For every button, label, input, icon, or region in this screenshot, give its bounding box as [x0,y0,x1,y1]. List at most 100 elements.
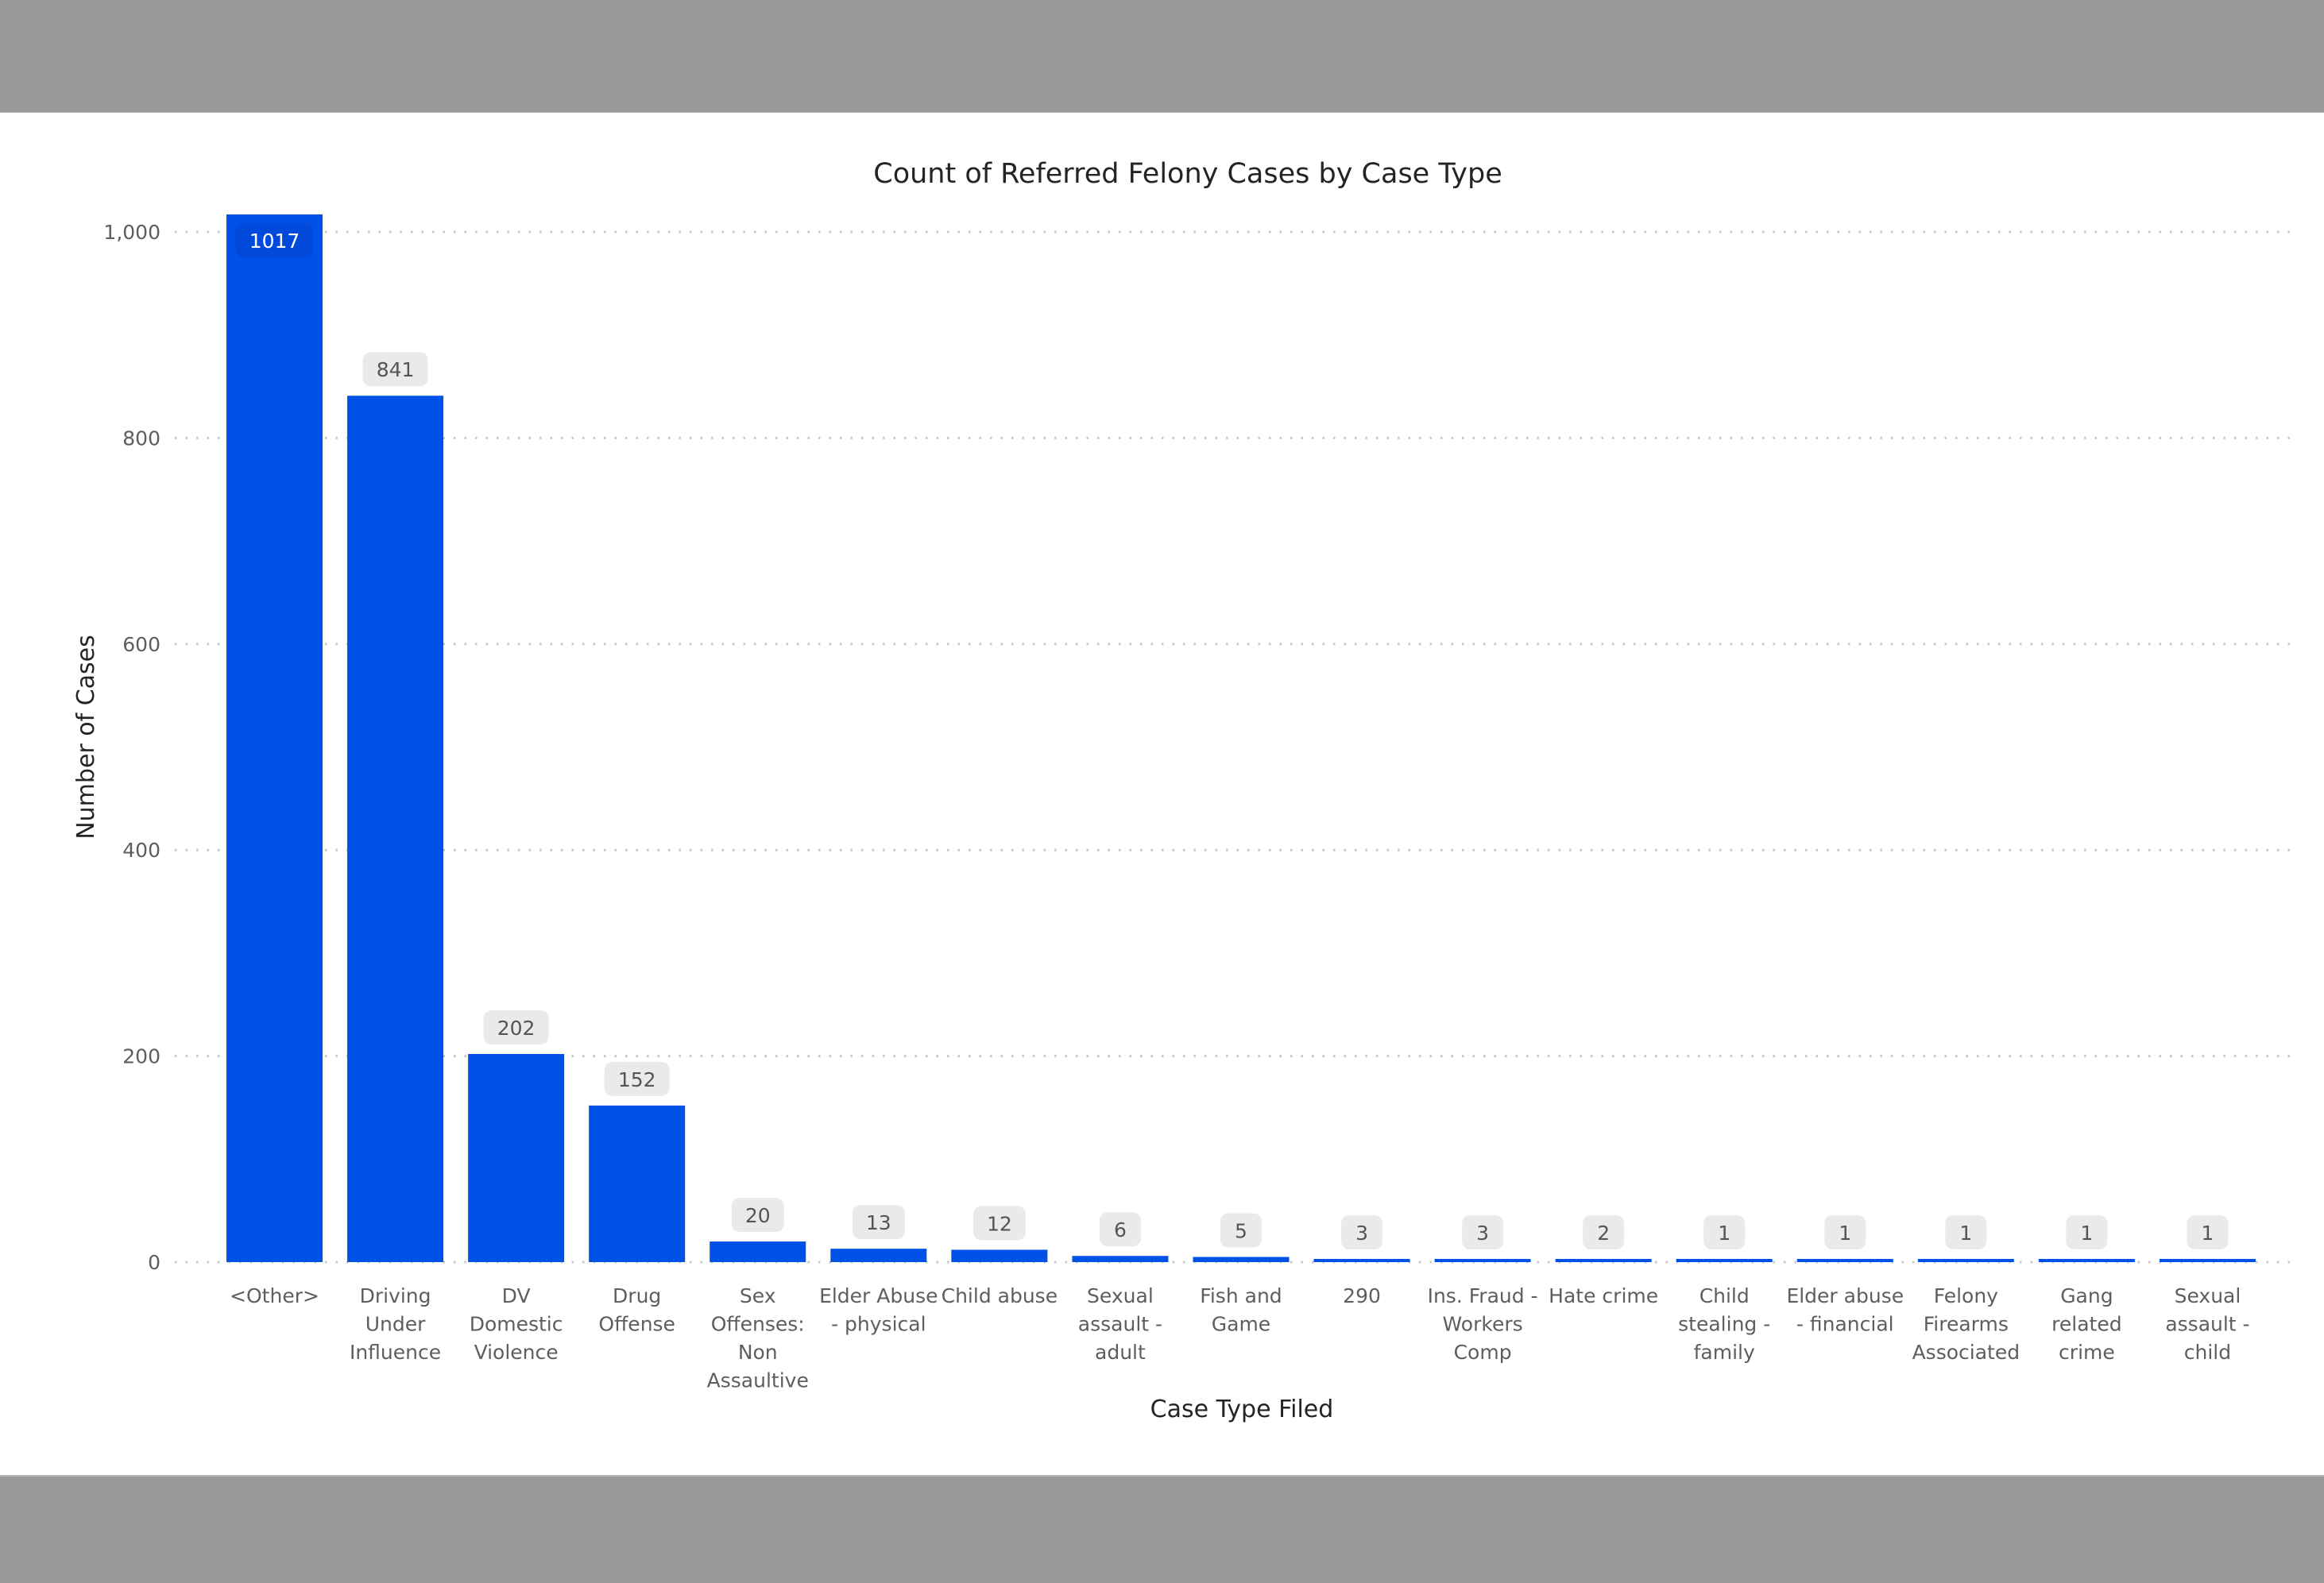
x-category-label: Ins. Fraud - Workers Comp [1428,1284,1538,1364]
x-category-label-line: Violence [474,1341,559,1364]
x-category-label: Sex Offenses: Non Assaultive [707,1284,809,1392]
bar[interactable] [951,1249,1048,1262]
x-category-label-line: assault - [2165,1313,2249,1336]
x-category-label-line: Child [1699,1284,1750,1307]
x-category-label-line: Elder abuse [1786,1284,1904,1307]
x-category-label-line: Workers [1443,1313,1523,1336]
bar[interactable] [1555,1259,1652,1262]
x-axis-title: Case Type Filed [1150,1396,1334,1423]
x-category-label-line: DV [502,1284,531,1307]
data-label: 1017 [249,230,300,253]
data-label: 3 [1476,1222,1489,1245]
data-label: 5 [1235,1220,1247,1243]
data-label: 1 [1839,1222,1851,1245]
bar[interactable] [468,1054,565,1262]
chart-title: Count of Referred Felony Cases by Case T… [873,158,1502,190]
x-category-label-line: Fish and [1200,1284,1282,1307]
x-category-label-line: adult [1095,1341,1146,1364]
data-label: 202 [497,1017,536,1040]
bar[interactable] [2159,1259,2256,1262]
bar[interactable] [589,1105,686,1262]
data-label: 1 [1959,1222,1972,1245]
x-category-label: Fish and Game [1200,1284,1282,1336]
y-tick-label: 1,000 [103,221,160,244]
y-axis-ticks: 0 200 400 600 800 1,000 [103,221,160,1274]
bar[interactable] [1313,1259,1410,1262]
bar[interactable] [1917,1259,2014,1262]
x-category-label-line: crime [2059,1341,2115,1364]
x-category-label-line: family [1694,1341,1755,1364]
bar[interactable] [710,1241,806,1262]
x-category-label-line: child [2184,1341,2231,1364]
x-category-label-line: Non [738,1341,778,1364]
x-category-label-line: Driving [360,1284,431,1307]
data-label: 152 [618,1068,656,1091]
y-tick-label: 800 [122,427,160,450]
x-category-label-line: Assaultive [707,1369,809,1392]
x-category-label-line: - financial [1796,1313,1894,1336]
x-category-label-line: Felony [1934,1284,1998,1307]
x-category-label: Hate crime [1549,1284,1658,1307]
bar[interactable] [1676,1259,1773,1262]
x-category-label: Sexual assault - adult [1078,1284,1162,1364]
x-category-label-line: <Other> [230,1284,319,1307]
x-axis-categories: <Other> Driving Under Influence DV Domestic Vi… [230,1284,2250,1392]
x-category-label: DV Domestic Violence [470,1284,563,1364]
x-category-label-line: Gang [2060,1284,2113,1307]
x-category-label-line: Sexual [1087,1284,1154,1307]
data-label: 1 [2202,1222,2214,1245]
x-category-label-line: - physical [831,1313,926,1336]
x-category-label-line: Under [365,1313,426,1336]
data-label: 841 [377,358,415,381]
x-category-label-line: Game [1212,1313,1270,1336]
x-category-label: Driving Under Influence [350,1284,441,1364]
y-tick-label: 200 [122,1045,160,1068]
x-category-label-line: Drug [613,1284,661,1307]
x-category-label: Elder abuse - financial [1786,1284,1904,1336]
x-category-label-line: stealing - [1678,1313,1770,1336]
x-category-label-line: Firearms [1924,1313,2009,1336]
bar[interactable] [226,214,323,1263]
data-label: 1 [2080,1222,2093,1245]
x-category-label-line: 290 [1343,1284,1381,1307]
data-label: 12 [987,1212,1012,1235]
x-category-label-line: Influence [350,1341,441,1364]
data-label: 13 [866,1211,891,1234]
x-category-label: Child abuse [942,1284,1058,1307]
x-category-label-line: Offenses: [711,1313,805,1336]
y-axis-title: Number of Cases [72,635,100,840]
bar[interactable] [1193,1257,1290,1262]
x-category-label: Gang related crime [2051,1284,2121,1364]
y-tick-label: 400 [122,839,160,862]
bottom-gray-band [0,1475,2324,1583]
x-category-label-line: Sexual [2175,1284,2241,1307]
x-category-label: Child stealing - family [1678,1284,1770,1364]
x-category-label-line: Elder Abuse [819,1284,938,1307]
bar[interactable] [1072,1256,1169,1262]
y-tick-label: 600 [122,633,160,656]
bar[interactable] [347,396,444,1262]
data-label: 1 [1718,1222,1730,1245]
x-category-label-line: Offense [598,1313,675,1336]
x-category-label: Drug Offense [598,1284,675,1336]
y-tick-label: 0 [148,1251,160,1274]
x-category-label-line: Comp [1454,1341,1512,1364]
x-category-label-line: Sex [740,1284,776,1307]
bar[interactable] [2038,1259,2135,1262]
x-category-label-line: related [2051,1313,2121,1336]
bar[interactable] [1796,1259,1893,1262]
data-label: 6 [1114,1218,1127,1241]
data-label: 3 [1355,1222,1368,1245]
x-category-label: Elder Abuse - physical [819,1284,938,1336]
x-category-label-line: Child abuse [942,1284,1058,1307]
x-category-label: Felony Firearms Associated [1912,1284,2020,1364]
x-category-label: Sexual assault - child [2165,1284,2249,1364]
x-category-label-line: Ins. Fraud - [1428,1284,1538,1307]
bar[interactable] [830,1249,927,1262]
x-category-label-line: assault - [1078,1313,1162,1336]
x-category-label-line: Associated [1912,1341,2020,1364]
x-category-label: 290 [1343,1284,1381,1307]
bar-chart: Count of Referred Felony Cases by Case T… [72,158,2299,1423]
x-category-label-line: Hate crime [1549,1284,1658,1307]
bar[interactable] [1434,1259,1531,1262]
